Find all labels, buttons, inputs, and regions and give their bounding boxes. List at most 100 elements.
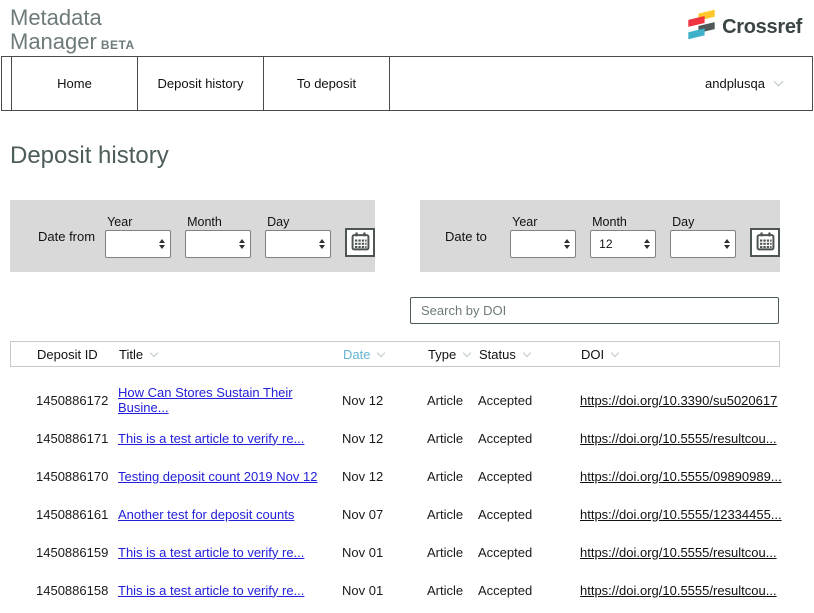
deposit-id-cell: 1450886159 <box>36 545 118 560</box>
column-header-status[interactable]: Status <box>479 347 581 362</box>
doi-link[interactable]: https://doi.org/10.5555/09890989... <box>580 469 782 484</box>
date-cell: Nov 01 <box>342 583 427 598</box>
spinner-arrows-icon <box>159 239 165 249</box>
search-container <box>410 297 779 324</box>
date-from-label: Date from <box>38 229 105 244</box>
date-cell: Nov 12 <box>342 393 427 408</box>
type-cell: Article <box>427 545 478 560</box>
search-doi-input[interactable] <box>410 297 779 324</box>
deposit-id-cell: 1450886161 <box>36 507 118 522</box>
column-label: Title <box>119 347 143 362</box>
date-to-calendar-button[interactable] <box>750 228 780 257</box>
title-link[interactable]: Another test for deposit counts <box>118 507 342 522</box>
doi-link[interactable]: https://doi.org/10.5555/12334455... <box>580 507 782 522</box>
page: Metadata ManagerBETA Crossref Home Depos… <box>0 0 814 613</box>
spinner-arrows-icon <box>644 239 650 249</box>
column-header-deposit-id: Deposit ID <box>37 347 119 362</box>
calendar-icon <box>351 232 370 254</box>
date-from-month-select[interactable] <box>185 230 251 258</box>
column-header-date[interactable]: Date <box>343 347 428 362</box>
type-cell: Article <box>427 469 478 484</box>
table-row: 1450886161Another test for deposit count… <box>10 495 780 533</box>
table-row: 1450886158This is a test article to veri… <box>10 571 780 609</box>
table-row: 1450886159This is a test article to veri… <box>10 533 780 571</box>
date-from-calendar-button[interactable] <box>345 228 375 257</box>
date-to-year-group: Year <box>510 215 576 258</box>
day-label: Day <box>672 215 736 229</box>
title-link[interactable]: How Can Stores Sustain Their Busine... <box>118 385 342 415</box>
title-link[interactable]: This is a test article to verify re... <box>118 545 342 560</box>
date-to-month-group: Month 12 <box>590 215 656 258</box>
column-label: Status <box>479 347 516 362</box>
deposit-id-cell: 1450886171 <box>36 431 118 446</box>
status-cell: Accepted <box>478 393 580 408</box>
deposit-id-cell: 1450886172 <box>36 393 118 408</box>
doi-link[interactable]: https://doi.org/10.5555/resultcou... <box>580 583 780 598</box>
title-link[interactable]: Testing deposit count 2019 Nov 12 <box>118 469 342 484</box>
column-header-title[interactable]: Title <box>119 347 343 362</box>
date-to-month-select[interactable]: 12 <box>590 230 656 258</box>
spinner-arrows-icon <box>724 239 730 249</box>
column-label: DOI <box>581 347 604 362</box>
day-label: Day <box>267 215 331 229</box>
user-name: andplusqa <box>705 76 765 91</box>
year-label: Year <box>107 215 171 229</box>
type-cell: Article <box>427 583 478 598</box>
sort-chevron-icon <box>523 348 531 356</box>
crossref-logo: Crossref <box>688 9 802 45</box>
date-from-year-group: Year <box>105 215 171 258</box>
table-row: 1450886172How Can Stores Sustain Their B… <box>10 381 780 419</box>
date-from-day-group: Day <box>265 215 331 258</box>
nav-spacer <box>390 57 705 110</box>
sort-chevron-icon <box>463 348 471 356</box>
type-cell: Article <box>427 431 478 446</box>
page-title: Deposit history <box>10 142 169 170</box>
status-cell: Accepted <box>478 431 580 446</box>
date-to-day-select[interactable] <box>670 230 736 258</box>
date-from-year-select[interactable] <box>105 230 171 258</box>
status-cell: Accepted <box>478 507 580 522</box>
crossref-logo-icon <box>688 9 715 45</box>
status-cell: Accepted <box>478 545 580 560</box>
type-cell: Article <box>427 393 478 408</box>
date-to-day-group: Day <box>670 215 736 258</box>
status-cell: Accepted <box>478 583 580 598</box>
nav-left-spacer <box>2 57 12 110</box>
nav-tab-home[interactable]: Home <box>12 57 138 110</box>
year-label: Year <box>512 215 576 229</box>
doi-link[interactable]: https://doi.org/10.5555/resultcou... <box>580 431 780 446</box>
title-link[interactable]: This is a test article to verify re... <box>118 583 342 598</box>
date-from-panel: Date from Year Month Day <box>10 200 375 272</box>
date-to-panel: Date to Year Month 12 Day <box>420 200 780 272</box>
month-label: Month <box>187 215 251 229</box>
date-from-day-select[interactable] <box>265 230 331 258</box>
column-label: Type <box>428 347 456 362</box>
sort-chevron-icon <box>150 348 158 356</box>
user-menu[interactable]: andplusqa <box>705 57 812 110</box>
date-cell: Nov 01 <box>342 545 427 560</box>
calendar-icon <box>756 232 775 254</box>
chevron-down-icon <box>774 77 784 87</box>
spinner-arrows-icon <box>564 239 570 249</box>
deposit-table: Deposit IDTitle DateType Status DOI 1450886… <box>10 341 780 609</box>
column-header-doi[interactable]: DOI <box>581 347 779 362</box>
month-label: Month <box>592 215 656 229</box>
crossref-wordmark: Crossref <box>722 16 802 39</box>
app-logo: Metadata ManagerBETA <box>10 6 135 54</box>
app-title-line1: Metadata <box>10 6 135 30</box>
column-header-type[interactable]: Type <box>428 347 479 362</box>
nav-tab-to-deposit[interactable]: To deposit <box>264 57 390 110</box>
type-cell: Article <box>427 507 478 522</box>
table-body: 1450886172How Can Stores Sustain Their B… <box>10 381 780 609</box>
doi-link[interactable]: https://doi.org/10.3390/su5020617 <box>580 393 780 408</box>
spinner-arrows-icon <box>319 239 325 249</box>
doi-link[interactable]: https://doi.org/10.5555/resultcou... <box>580 545 780 560</box>
date-cell: Nov 12 <box>342 431 427 446</box>
title-link[interactable]: This is a test article to verify re... <box>118 431 342 446</box>
table-row: 1450886171This is a test article to veri… <box>10 419 780 457</box>
date-to-year-select[interactable] <box>510 230 576 258</box>
nav-tab-deposit-history[interactable]: Deposit history <box>138 57 264 110</box>
beta-badge: BETA <box>101 38 135 52</box>
table-row: 1450886170Testing deposit count 2019 Nov… <box>10 457 780 495</box>
status-cell: Accepted <box>478 469 580 484</box>
